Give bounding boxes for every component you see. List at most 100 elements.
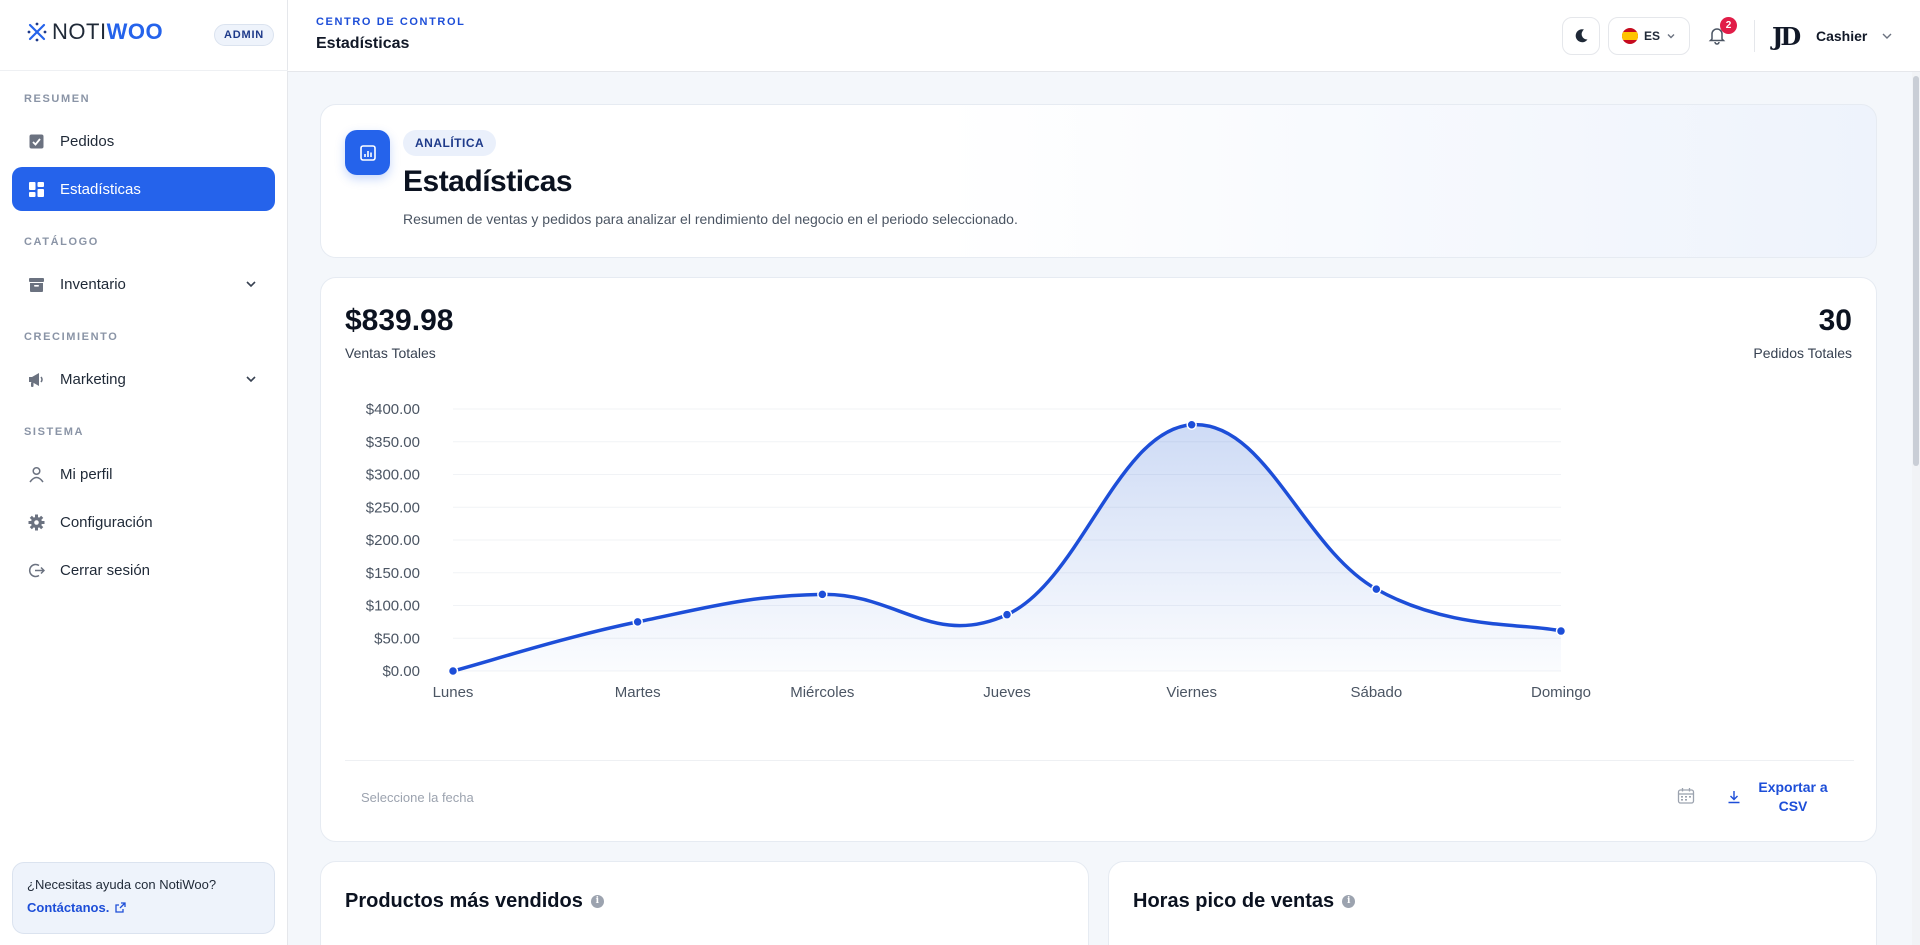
sidebar-item-cerrar-sesion[interactable]: Cerrar sesión (12, 548, 275, 592)
divider (0, 70, 288, 71)
brand-name: NOTIWOO (52, 19, 164, 44)
user-name: Cashier (1816, 28, 1868, 44)
header-kicker: CENTRO DE CONTROL (316, 16, 466, 28)
language-code: ES (1643, 29, 1660, 43)
analytics-icon (345, 130, 390, 175)
scrollbar-thumb[interactable] (1913, 76, 1919, 466)
calendar-icon[interactable] (1677, 787, 1695, 805)
panel-title-label: Productos más vendidos (345, 890, 583, 912)
hero-card: ANALÍTICA Estadísticas Resumen de ventas… (320, 104, 1877, 258)
divider (1754, 20, 1755, 52)
x-tick-label: Miércoles (790, 684, 854, 701)
info-icon[interactable]: i (1342, 895, 1356, 908)
analytics-pill: ANALÍTICA (403, 130, 497, 156)
data-point (1371, 583, 1382, 595)
theme-toggle-button[interactable] (1562, 17, 1600, 55)
data-point (447, 665, 459, 677)
sidebar-item-label: Marketing (60, 370, 126, 388)
sidebar-item-label: Estadísticas (60, 180, 141, 198)
x-tick-label: Domingo (1531, 684, 1591, 701)
moon-icon (1575, 29, 1588, 43)
clipboard-icon (27, 132, 45, 150)
top-header: CENTRO DE CONTROL Estadísticas ES 2 JD C… (288, 0, 1920, 72)
export-csv-button[interactable]: Exportar a CSV (1727, 778, 1835, 816)
hero-title: Estadísticas (403, 165, 573, 198)
avatar: JD (1772, 21, 1801, 51)
chevron-down-icon (245, 372, 257, 389)
x-tick-label: Lunes (433, 684, 474, 701)
role-badge: ADMIN (214, 24, 275, 46)
help-question: ¿Necesitas ayuda con NotiWoo? (27, 877, 217, 892)
chevron-down-icon (1882, 33, 1892, 39)
chevron-down-icon (1667, 34, 1675, 39)
x-tick-label: Viernes (1166, 684, 1217, 701)
peak-hours-title: Horas pico de ventas i (1133, 890, 1356, 913)
top-products-title: Productos más vendidos i (345, 890, 604, 913)
data-point (1001, 609, 1013, 620)
user-menu[interactable]: JD Cashier (1772, 20, 1893, 52)
sidebar-item-label: Pedidos (60, 132, 115, 150)
data-point (1555, 625, 1567, 637)
section-label-crecimiento: CRECIMIENTO (24, 331, 119, 343)
sidebar-item-inventario[interactable]: Inventario (12, 262, 275, 306)
contact-link-label: Contáctanos. (27, 900, 110, 915)
notification-count-badge: 2 (1720, 17, 1737, 34)
user-icon (27, 465, 45, 483)
y-tick-label: $100.00 (366, 598, 420, 615)
panel-title-label: Horas pico de ventas (1133, 890, 1335, 912)
brand-logo[interactable]: NOTIWOO (26, 19, 164, 44)
section-label-catalogo: CATÁLOGO (24, 236, 99, 248)
y-tick-label: $350.00 (366, 434, 420, 451)
logout-icon (27, 561, 45, 579)
sidebar-item-label: Mi perfil (60, 465, 113, 483)
section-label-resumen: RESUMEN (24, 93, 91, 105)
hero-subtitle: Resumen de ventas y pedidos para analiza… (403, 211, 1018, 227)
y-tick-label: $50.00 (374, 630, 420, 647)
y-tick-label: $150.00 (366, 565, 420, 582)
sidebar-item-pedidos[interactable]: Pedidos (12, 119, 275, 163)
sidebar: NOTIWOO ADMIN RESUMEN Pedidos Estadístic… (0, 0, 288, 945)
x-tick-label: Sábado (1350, 684, 1402, 701)
y-tick-label: $250.00 (366, 499, 420, 516)
sidebar-item-marketing[interactable]: Marketing (12, 357, 275, 401)
gear-icon (27, 513, 45, 531)
sales-area (453, 424, 1561, 671)
language-selector[interactable]: ES (1608, 17, 1690, 55)
contact-link[interactable]: Contáctanos. (27, 900, 260, 915)
chevron-down-icon (245, 277, 257, 294)
y-tick-label: $200.00 (366, 532, 420, 549)
sidebar-item-configuracion[interactable]: Configuración (12, 500, 275, 544)
data-point (632, 616, 643, 628)
top-products-card: Productos más vendidos i (320, 861, 1089, 945)
y-tick-label: $300.00 (366, 467, 420, 484)
dashboard-icon (27, 180, 45, 198)
y-tick-label: $400.00 (366, 401, 420, 418)
data-point (817, 589, 828, 600)
x-tick-label: Jueves (983, 684, 1031, 701)
sales-stats-card: $839.98 Ventas Totales 30 Pedidos Totale… (320, 277, 1877, 842)
sidebar-item-label: Configuración (60, 513, 153, 531)
sidebar-item-mi-perfil[interactable]: Mi perfil (12, 452, 275, 496)
x-tick-label: Martes (615, 684, 661, 701)
sales-chart: $0.00 $50.00 $100.00 $150.00 $200.00 $250.00 $… (366, 401, 1591, 701)
megaphone-icon (27, 370, 45, 388)
sidebar-item-label: Inventario (60, 275, 126, 293)
peak-hours-card: Horas pico de ventas i (1108, 861, 1877, 945)
y-tick-label: $0.00 (382, 663, 420, 680)
date-picker-input[interactable]: Seleccione la fecha (361, 790, 474, 805)
scrollbar[interactable] (1912, 72, 1920, 945)
sidebar-item-estadisticas[interactable]: Estadísticas (12, 167, 275, 211)
sidebar-item-label: Cerrar sesión (60, 561, 151, 579)
archive-icon (27, 275, 45, 293)
help-box: ¿Necesitas ayuda con NotiWoo? Contáctano… (12, 862, 275, 934)
info-icon[interactable]: i (590, 895, 604, 908)
data-point (1186, 419, 1197, 430)
divider (345, 760, 1854, 761)
export-csv-label: Exportar a CSV (1758, 779, 1828, 814)
download-icon (1728, 791, 1740, 804)
external-link-icon (115, 902, 126, 913)
section-label-sistema: SISTEMA (24, 426, 85, 438)
logo-icon (27, 22, 47, 42)
page-title: Estadísticas (316, 35, 410, 52)
spain-flag-icon (1621, 28, 1638, 44)
